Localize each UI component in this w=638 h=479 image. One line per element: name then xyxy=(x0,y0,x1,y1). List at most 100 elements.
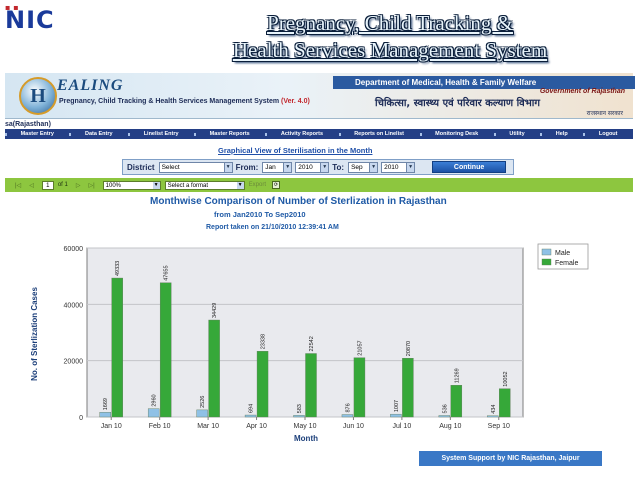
y-tick-label: 20000 xyxy=(64,359,84,366)
x-tick-label: Mar 10 xyxy=(197,423,219,430)
bar-data-label: 536 xyxy=(442,404,448,413)
menu-utility[interactable]: Utility xyxy=(493,131,540,137)
bar-data-label: 694 xyxy=(249,404,255,413)
chevron-down-icon: ▼ xyxy=(320,162,329,172)
export-format-select[interactable]: Select a format ▼ xyxy=(164,180,245,190)
menu-activity-reports[interactable]: Activity Reports xyxy=(265,131,338,137)
bar-male xyxy=(341,414,354,418)
legend-label-female: Female xyxy=(555,260,578,267)
previous-page-icon[interactable]: ◁ xyxy=(29,182,34,189)
district-label: District xyxy=(127,162,155,172)
district-select[interactable]: Select ▼ xyxy=(158,161,233,173)
menu-monitoring-desk[interactable]: Monitoring Desk xyxy=(419,131,494,137)
bar-data-label: 2526 xyxy=(200,396,206,408)
refresh-icon[interactable]: ⟳ xyxy=(271,181,280,189)
nic-logo: ▪ ▪ NIC xyxy=(5,3,55,34)
x-axis-label: Month xyxy=(294,434,318,443)
next-page-icon[interactable]: ▷ xyxy=(76,182,81,189)
page-number-input[interactable]: 1 xyxy=(41,180,54,190)
bar-male xyxy=(196,409,208,418)
bar-female xyxy=(499,388,511,418)
to-month-select[interactable]: Sep ▼ xyxy=(348,161,379,173)
bar-data-label: 1669 xyxy=(103,398,109,410)
slide-title-line2: Health Services Management System xyxy=(232,38,548,62)
bar-data-label: 20870 xyxy=(406,341,412,356)
bar-data-label: 22542 xyxy=(309,336,315,351)
bar-female xyxy=(256,351,269,418)
legend-swatch-male xyxy=(541,248,552,256)
version-label: (Ver. 4.0) xyxy=(281,98,310,105)
menu-linelist-entry[interactable]: Linelist Entry xyxy=(128,131,194,137)
to-year-value: 2010 xyxy=(384,163,399,171)
chevron-down-icon: ▼ xyxy=(152,181,160,189)
from-year-select[interactable]: 2010 ▼ xyxy=(295,161,330,173)
x-tick-label: May 10 xyxy=(294,423,317,430)
bar-male xyxy=(487,415,499,418)
to-month-value: Sep xyxy=(351,163,363,171)
sterilization-bar-chart: No. of Sterlization Cases Month 0 20000 40… xyxy=(30,243,589,443)
healing-logo: H xyxy=(19,77,57,115)
bar-female xyxy=(353,357,366,418)
bar-female xyxy=(450,385,463,418)
last-page-icon[interactable]: ▷| xyxy=(88,182,94,189)
bar-data-label: 23338 xyxy=(261,334,267,349)
nic-logo-dots: ▪ ▪ xyxy=(5,3,19,12)
bar-data-label: 11269 xyxy=(454,368,460,383)
bar-data-label: 2960 xyxy=(152,394,158,406)
continue-button[interactable]: Continue xyxy=(432,161,507,173)
from-month-select[interactable]: Jan ▼ xyxy=(262,161,293,173)
from-label: From: xyxy=(235,162,259,172)
chevron-down-icon: ▼ xyxy=(223,162,232,172)
slide-title: Pregnancy, Child Tracking & Health Servi… xyxy=(150,10,630,64)
district-select-value: Select xyxy=(161,163,180,171)
menu-data-entry[interactable]: Data Entry xyxy=(69,131,128,137)
chevron-down-icon: ▼ xyxy=(406,162,415,172)
slide-title-line1: Pregnancy, Child Tracking & xyxy=(267,11,513,35)
to-year-select[interactable]: 2010 ▼ xyxy=(381,161,416,173)
legend-swatch-female xyxy=(541,258,552,266)
bar-data-label: 10052 xyxy=(503,371,509,386)
bar-female xyxy=(305,353,317,418)
bar-data-label: 47655 xyxy=(164,265,170,280)
chevron-down-icon: ▼ xyxy=(369,162,378,172)
bar-male xyxy=(147,408,160,418)
bar-male xyxy=(244,414,257,418)
menu-logout[interactable]: Logout xyxy=(583,131,633,137)
bar-male xyxy=(390,413,402,418)
bar-male xyxy=(438,415,451,418)
report-title: Monthwise Comparison of Number of Sterli… xyxy=(150,196,447,207)
bar-male xyxy=(99,412,111,418)
report-toolbar: |◁ ◁ 1 of 1 ▷ ▷| 100% ▼ Select a format ▼ … xyxy=(5,178,633,192)
y-tick-label: 60000 xyxy=(64,246,84,253)
healing-brand: EALING xyxy=(57,77,124,94)
x-tick-label: Sep 10 xyxy=(488,423,510,430)
app-banner: H EALING Pregnancy, Child Tracking & Hea… xyxy=(5,73,635,119)
bar-data-label: 1007 xyxy=(394,400,400,412)
bar-data-label: 583 xyxy=(297,404,303,413)
from-month-value: Jan xyxy=(265,163,276,171)
bar-data-label: 34429 xyxy=(212,303,218,318)
government-label: Government of Rajasthan xyxy=(539,88,625,95)
zoom-select[interactable]: 100% ▼ xyxy=(102,180,161,190)
x-tick-label: Jun 10 xyxy=(343,423,364,430)
x-tick-label: Apr 10 xyxy=(246,423,267,430)
first-page-icon[interactable]: |◁ xyxy=(15,182,21,189)
menu-help[interactable]: Help xyxy=(540,131,583,137)
bar-female xyxy=(111,277,123,418)
hindi-department: चिकित्सा, स्वास्थ्य एवं परिवार कल्याण वि… xyxy=(375,98,540,109)
export-link[interactable]: Export xyxy=(249,182,266,188)
bar-female xyxy=(402,358,414,418)
bar-female xyxy=(159,282,172,418)
filter-bar: District Select ▼ From: Jan ▼ 2010 ▼ To: Se… xyxy=(122,159,514,175)
page-count: of 1 xyxy=(57,182,68,188)
menu-reports-on-linelist[interactable]: Reports on Linelist xyxy=(338,131,420,137)
report-timestamp: Report taken on 21/10/2010 12:39:41 AM xyxy=(206,224,339,231)
menu-master-reports[interactable]: Master Reports xyxy=(194,131,265,137)
bar-data-label: 21057 xyxy=(357,340,363,355)
bar-data-label: 434 xyxy=(491,405,497,414)
export-format-value: Select a format xyxy=(167,182,208,189)
menu-master-entry[interactable]: Master Entry xyxy=(5,131,69,137)
bar-female xyxy=(208,319,220,418)
hindi-government: राजस्थान सरकार xyxy=(586,110,623,117)
system-name-text: Pregnancy, Child Tracking & Health Servi… xyxy=(59,98,280,105)
